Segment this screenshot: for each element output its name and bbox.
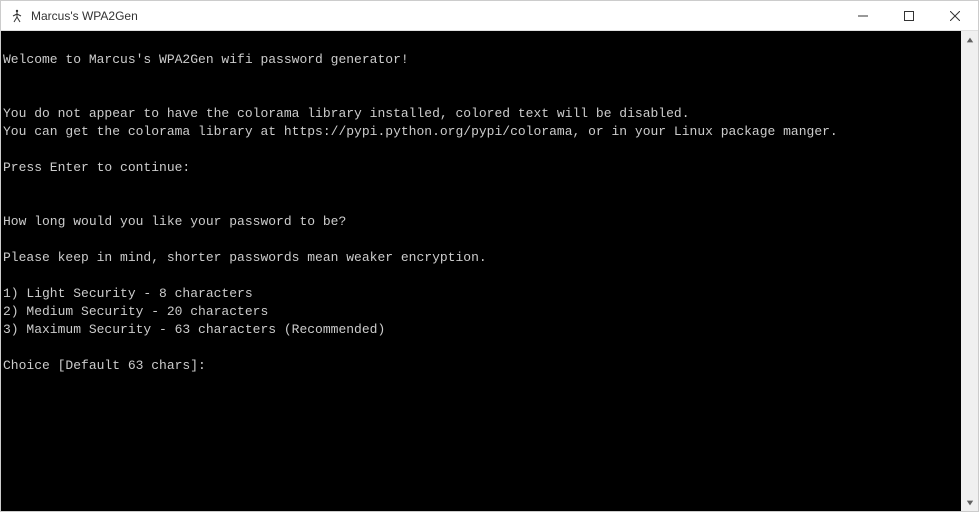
console-line: Press Enter to continue: <box>3 159 961 177</box>
app-icon <box>9 8 25 24</box>
client-area: Welcome to Marcus's WPA2Gen wifi passwor… <box>1 31 978 511</box>
titlebar: Marcus's WPA2Gen <box>1 1 978 31</box>
console-line: How long would you like your password to… <box>3 213 961 231</box>
console-line <box>3 195 961 213</box>
scroll-down-arrow-icon[interactable] <box>961 494 978 511</box>
console-line: You can get the colorama library at http… <box>3 123 961 141</box>
console-line <box>3 267 961 285</box>
console-line: You do not appear to have the colorama l… <box>3 105 961 123</box>
console-line: Choice [Default 63 chars]: <box>3 357 961 375</box>
console-line: 3) Maximum Security - 63 characters (Rec… <box>3 321 961 339</box>
console-line <box>3 177 961 195</box>
scroll-track[interactable] <box>961 48 978 494</box>
console-line: 1) Light Security - 8 characters <box>3 285 961 303</box>
console-line: Welcome to Marcus's WPA2Gen wifi passwor… <box>3 51 961 69</box>
console-line <box>3 69 961 87</box>
console-line <box>3 33 961 51</box>
window-controls <box>840 1 978 30</box>
close-button[interactable] <box>932 1 978 31</box>
scroll-up-arrow-icon[interactable] <box>961 31 978 48</box>
console-line: Please keep in mind, shorter passwords m… <box>3 249 961 267</box>
window-title: Marcus's WPA2Gen <box>31 9 840 23</box>
minimize-button[interactable] <box>840 1 886 31</box>
console-line: 2) Medium Security - 20 characters <box>3 303 961 321</box>
console-line <box>3 231 961 249</box>
console-line <box>3 87 961 105</box>
console-line <box>3 339 961 357</box>
console-line <box>3 141 961 159</box>
vertical-scrollbar[interactable] <box>961 31 978 511</box>
console-output[interactable]: Welcome to Marcus's WPA2Gen wifi passwor… <box>1 31 961 511</box>
maximize-button[interactable] <box>886 1 932 31</box>
